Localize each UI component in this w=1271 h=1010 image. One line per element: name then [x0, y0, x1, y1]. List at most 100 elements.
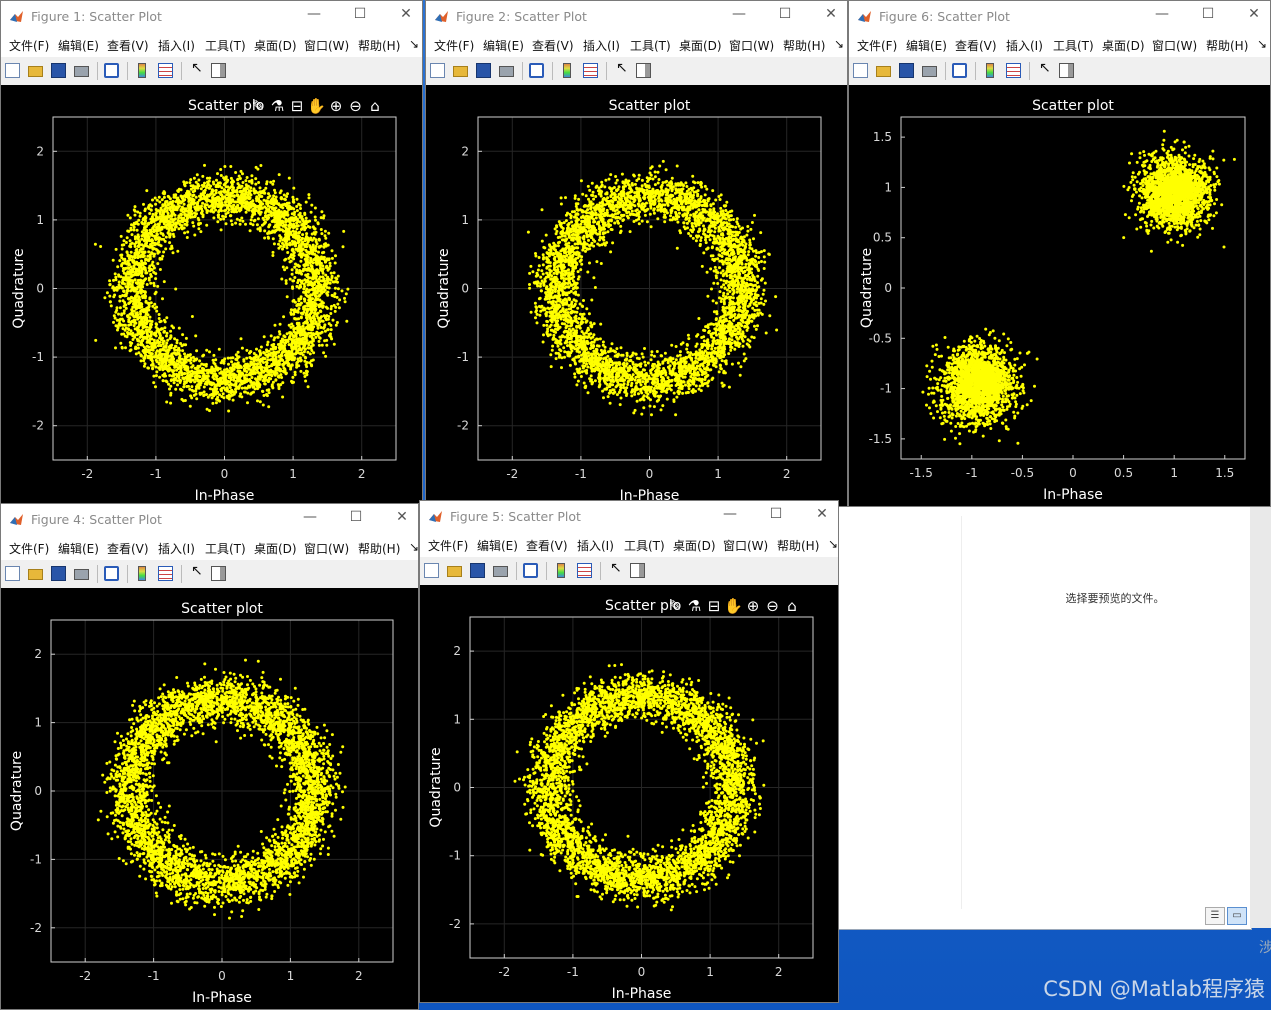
data-tips-icon[interactable]: ⚗ [271, 97, 284, 115]
menu-item[interactable]: 工具(T) [630, 37, 671, 54]
scatter-point [277, 208, 281, 212]
scatter-point [180, 397, 184, 401]
scatter-point [265, 361, 269, 365]
scatter-point [250, 174, 254, 178]
scatter-point [308, 296, 312, 300]
scatter-point [320, 315, 323, 319]
pan-hand-icon[interactable]: ✋ [307, 97, 326, 115]
open-folder-icon[interactable] [28, 66, 43, 77]
print-icon[interactable] [499, 66, 514, 77]
minimize-icon[interactable]: — [304, 6, 324, 22]
menu-item[interactable]: 插入(I) [158, 37, 195, 54]
scatter-point [321, 264, 325, 268]
scatter-point [306, 304, 310, 308]
close-icon[interactable]: ✕ [821, 6, 841, 22]
menu-overflow-icon[interactable]: ↘ [834, 37, 844, 51]
menu-item[interactable]: 桌面(D) [679, 37, 722, 54]
menu-overflow-icon[interactable]: ↘ [409, 37, 419, 51]
title-bar[interactable]: Figure 1: Scatter Plot — ☐ ✕ [1, 1, 422, 31]
scatter-point [157, 328, 161, 332]
zoom-out-icon[interactable]: ⊖ [349, 97, 362, 115]
scatter-point [327, 231, 331, 235]
menu-item[interactable]: 查看(V) [532, 37, 574, 54]
legend-icon[interactable] [158, 63, 173, 78]
menu-item[interactable]: 插入(I) [583, 37, 620, 54]
scatter-point [687, 337, 691, 341]
print-icon[interactable] [74, 66, 89, 77]
scatter-point [169, 401, 173, 405]
scatter-point [229, 219, 233, 223]
menu-item[interactable]: 帮助(H) [783, 37, 825, 54]
scatter-point [160, 257, 164, 261]
scatter-point [225, 388, 229, 392]
menu-item[interactable]: 文件(F) [9, 37, 49, 54]
property-icon[interactable]: ⊟ [291, 97, 304, 115]
scatter-point [125, 335, 129, 339]
home-icon[interactable]: ⌂ [370, 97, 380, 115]
close-icon[interactable]: ✕ [396, 6, 416, 22]
scatter-point [168, 387, 171, 391]
link-figure-icon[interactable] [529, 63, 544, 78]
new-file-icon[interactable] [5, 63, 20, 78]
save-icon[interactable] [51, 63, 66, 78]
title-bar[interactable]: Figure 2: Scatter Plot — ☐ ✕ [426, 1, 847, 31]
scatter-point [150, 252, 154, 255]
colorbar-icon[interactable] [138, 63, 146, 78]
scatter-point [284, 279, 288, 283]
scatter-point [320, 330, 324, 334]
scatter-point [291, 324, 295, 328]
menu-item[interactable]: 帮助(H) [358, 37, 400, 54]
scatter-point [116, 328, 119, 332]
property-panel-icon[interactable] [211, 63, 226, 78]
scatter-point [274, 378, 278, 382]
menu-item[interactable]: 窗口(W) [729, 37, 774, 54]
menu-item[interactable]: 编辑(E) [58, 37, 99, 54]
scatter-point [144, 228, 148, 232]
minimize-icon[interactable]: — [729, 6, 749, 22]
figure-window-2[interactable]: Figure 2: Scatter Plot — ☐ ✕ 文件(F) 编辑(E) 查看(V)… [425, 0, 848, 507]
scatter-point [343, 296, 346, 300]
menu-item[interactable]: 编辑(E) [483, 37, 524, 54]
maximize-icon[interactable]: ☐ [775, 6, 795, 22]
open-folder-icon[interactable] [453, 66, 468, 77]
maximize-icon[interactable]: ☐ [350, 6, 370, 22]
scatter-point [138, 278, 142, 282]
menu-item[interactable]: 窗口(W) [304, 37, 349, 54]
scatter-point [118, 299, 122, 303]
colorbar-icon[interactable] [563, 63, 571, 78]
scatter-point [283, 210, 287, 214]
property-panel-icon[interactable] [636, 63, 651, 78]
link-figure-icon[interactable] [104, 63, 119, 78]
scatter-point [335, 277, 339, 281]
scatter-point [252, 352, 256, 355]
scatter-point [238, 394, 242, 398]
scatter-point [324, 242, 328, 246]
menu-item[interactable]: 文件(F) [434, 37, 474, 54]
scatter-point [256, 362, 260, 366]
details-view-icon[interactable]: ☰ [1205, 907, 1225, 925]
scatter-point [293, 345, 297, 349]
zoom-in-icon[interactable]: ⊕ [330, 97, 343, 115]
scatter-point [128, 216, 132, 220]
legend-icon[interactable] [583, 63, 598, 78]
menu-item[interactable]: 桌面(D) [254, 37, 297, 54]
scatter-point [186, 189, 189, 193]
scatter-point [130, 233, 134, 237]
preview-pane-icon[interactable]: ▭ [1227, 907, 1247, 925]
scatter-point [175, 352, 179, 356]
new-file-icon[interactable] [430, 63, 445, 78]
save-icon[interactable] [476, 63, 491, 78]
pane-divider[interactable] [961, 516, 962, 909]
scatter-point [694, 384, 698, 388]
scatter-point [560, 366, 563, 370]
pointer-arrow-icon[interactable]: ↖ [616, 61, 628, 76]
scatter-point [288, 221, 292, 225]
menu-item[interactable]: 工具(T) [205, 37, 246, 54]
menu-item[interactable]: 查看(V) [107, 37, 149, 54]
brush-icon[interactable]: ✎ [252, 97, 265, 115]
figure-window-1[interactable]: Figure 1: Scatter Plot — ☐ ✕ 文件(F) 编辑(E) 查看(V)… [0, 0, 423, 507]
scatter-point [130, 255, 134, 259]
scatter-point [161, 213, 164, 217]
pointer-arrow-icon[interactable]: ↖ [191, 61, 203, 76]
scatter-point [154, 277, 158, 281]
